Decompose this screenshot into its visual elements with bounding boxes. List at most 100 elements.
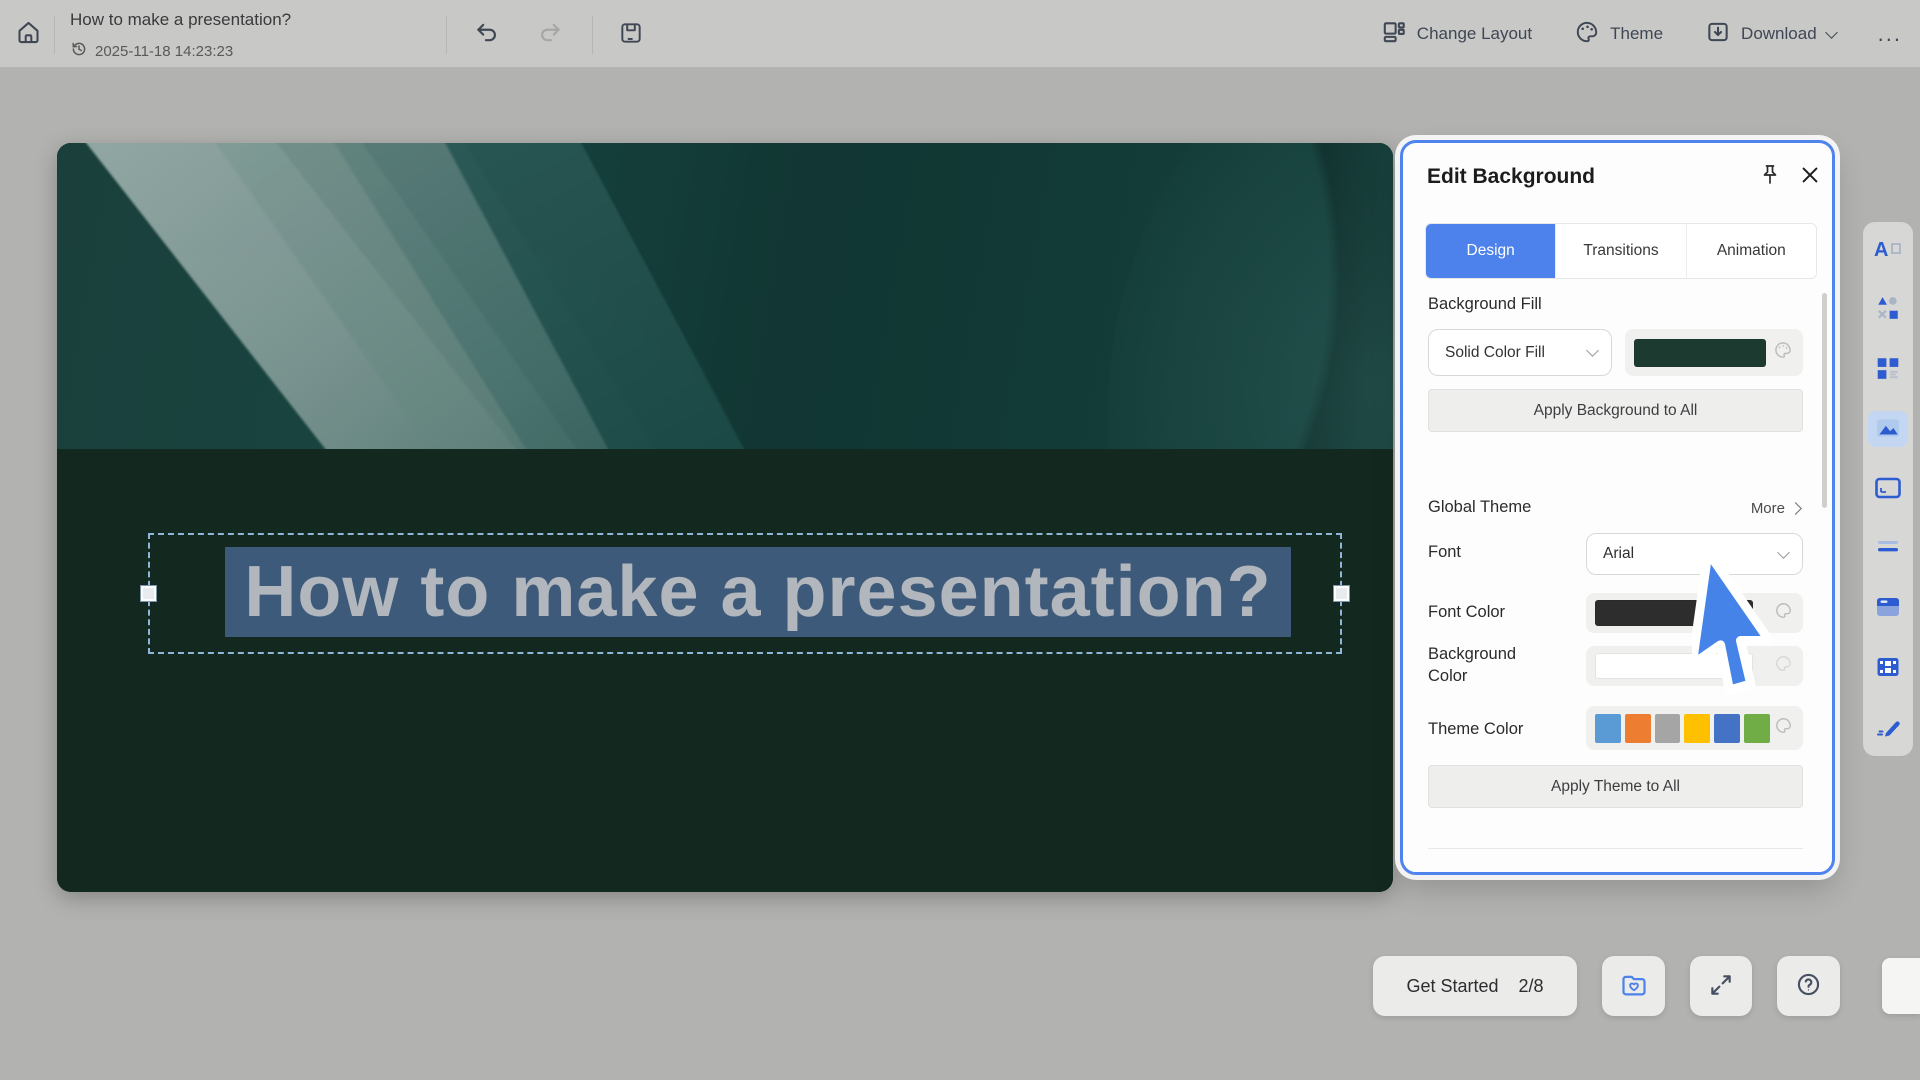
- change-layout-button[interactable]: Change Layout: [1381, 19, 1532, 50]
- apply-background-to-all-button[interactable]: Apply Background to All: [1428, 389, 1803, 432]
- global-theme-label: Global Theme: [1428, 498, 1531, 517]
- theme-color-swatch[interactable]: [1684, 714, 1710, 743]
- svg-text:A: A: [1874, 239, 1888, 261]
- fill-type-select[interactable]: Solid Color Fill: [1428, 329, 1612, 376]
- color-picker-icon[interactable]: [1773, 340, 1793, 365]
- undo-icon: [474, 20, 500, 49]
- font-color-well[interactable]: [1586, 593, 1803, 633]
- text-box-selection[interactable]: [148, 533, 1342, 654]
- download-button[interactable]: Download: [1705, 19, 1836, 50]
- chevron-right-icon: [1789, 502, 1802, 515]
- background-color-swatch[interactable]: [1595, 653, 1753, 679]
- panel-scrollbar[interactable]: [1822, 293, 1827, 508]
- toolbar-divider: [54, 16, 55, 54]
- font-color-label: Font Color: [1428, 603, 1505, 622]
- progress-count: 2/8: [1519, 976, 1544, 997]
- save-button[interactable]: [612, 15, 650, 53]
- draw-icon: [1874, 715, 1902, 742]
- rail-divider-tool[interactable]: [1868, 531, 1908, 567]
- apply-theme-to-all-button[interactable]: Apply Theme to All: [1428, 765, 1803, 808]
- fullscreen-button[interactable]: [1690, 956, 1752, 1016]
- right-tool-rail: A: [1863, 222, 1913, 756]
- panel-tab-bar: Design Transitions Animation: [1425, 223, 1817, 279]
- last-saved-row: 2025-11-18 14:23:23: [70, 40, 233, 63]
- rail-draw-tool[interactable]: [1868, 710, 1908, 746]
- rail-image-tool[interactable]: [1868, 411, 1908, 447]
- toolbar-divider: [592, 16, 593, 54]
- rail-text-tool[interactable]: A: [1868, 232, 1908, 268]
- background-fill-label: Background Fill: [1428, 295, 1542, 314]
- more-label: More: [1751, 500, 1785, 517]
- pin-icon: [1758, 163, 1782, 190]
- font-label: Font: [1428, 543, 1461, 562]
- panel-divider: [1428, 848, 1803, 849]
- toolbar-divider: [446, 16, 447, 54]
- home-button[interactable]: [8, 14, 48, 54]
- theme-color-swatch[interactable]: [1744, 714, 1770, 743]
- undo-button[interactable]: [468, 15, 506, 53]
- rail-card-tool[interactable]: [1868, 591, 1908, 627]
- save-icon: [618, 20, 644, 49]
- theme-color-swatch[interactable]: [1595, 714, 1621, 743]
- chevron-down-icon: [1777, 546, 1790, 559]
- tab-animation[interactable]: Animation: [1687, 224, 1816, 278]
- global-theme-more-link[interactable]: More: [1751, 500, 1800, 517]
- change-layout-label: Change Layout: [1417, 24, 1532, 44]
- divider-icon: [1874, 537, 1902, 560]
- theme-button[interactable]: Theme: [1574, 19, 1663, 50]
- card-icon: [1874, 595, 1902, 622]
- fill-color-well[interactable]: [1625, 329, 1803, 376]
- redo-button[interactable]: [531, 15, 569, 53]
- folder-heart-icon: [1620, 971, 1648, 1002]
- tab-transitions[interactable]: Transitions: [1556, 224, 1686, 278]
- resize-handle-left[interactable]: [141, 586, 156, 601]
- pin-button[interactable]: [1755, 161, 1785, 191]
- rail-frame-tool[interactable]: [1868, 471, 1908, 507]
- theme-color-swatch[interactable]: [1655, 714, 1681, 743]
- document-title: How to make a presentation?: [70, 10, 291, 30]
- font-select[interactable]: Arial: [1586, 533, 1803, 575]
- panel-title: Edit Background: [1427, 165, 1595, 189]
- slide-canvas[interactable]: How to make a presentation?: [57, 143, 1393, 892]
- ellipsis-icon: ...: [1878, 21, 1902, 47]
- font-value: Arial: [1603, 545, 1634, 563]
- layout-icon: [1381, 19, 1407, 50]
- theme-color-swatch[interactable]: [1714, 714, 1740, 743]
- download-icon: [1705, 19, 1731, 50]
- close-panel-button[interactable]: [1795, 161, 1825, 191]
- tab-design[interactable]: Design: [1426, 224, 1556, 278]
- edge-partial-button[interactable]: [1882, 958, 1920, 1014]
- theme-color-label: Theme Color: [1428, 720, 1523, 739]
- rail-shapes-tool[interactable]: [1868, 292, 1908, 328]
- rail-video-tool[interactable]: [1868, 650, 1908, 686]
- font-color-swatch[interactable]: [1595, 600, 1753, 626]
- help-icon: [1795, 971, 1822, 1001]
- theme-color-well: [1586, 706, 1803, 750]
- color-picker-icon[interactable]: [1774, 601, 1793, 625]
- redo-icon: [537, 20, 563, 49]
- shapes-icon: [1875, 295, 1901, 324]
- fill-color-swatch[interactable]: [1634, 339, 1766, 367]
- help-button[interactable]: [1777, 956, 1840, 1016]
- fill-type-value: Solid Color Fill: [1445, 344, 1545, 362]
- history-clock-icon: [70, 40, 88, 63]
- more-menu-button[interactable]: ...: [1878, 21, 1902, 47]
- get-started-button[interactable]: Get Started 2/8: [1373, 956, 1577, 1016]
- text-icon: A: [1873, 236, 1903, 265]
- theme-color-swatch[interactable]: [1625, 714, 1651, 743]
- theme-label: Theme: [1610, 24, 1663, 44]
- image-icon: [1875, 415, 1901, 444]
- get-started-label: Get Started: [1406, 976, 1498, 997]
- home-icon: [15, 19, 42, 49]
- color-picker-icon[interactable]: [1774, 716, 1793, 740]
- layout-blocks-icon: [1875, 355, 1901, 384]
- favorites-button[interactable]: [1602, 956, 1665, 1016]
- resize-handle-right[interactable]: [1334, 586, 1349, 601]
- fullscreen-icon: [1708, 972, 1734, 1001]
- edit-background-panel: Edit Background Design Transitions Anima…: [1400, 140, 1835, 875]
- color-picker-icon[interactable]: [1774, 654, 1793, 678]
- rail-layout-blocks-tool[interactable]: [1868, 352, 1908, 388]
- download-label: Download: [1741, 24, 1817, 44]
- frame-icon: [1874, 475, 1902, 504]
- background-color-well[interactable]: [1586, 646, 1803, 686]
